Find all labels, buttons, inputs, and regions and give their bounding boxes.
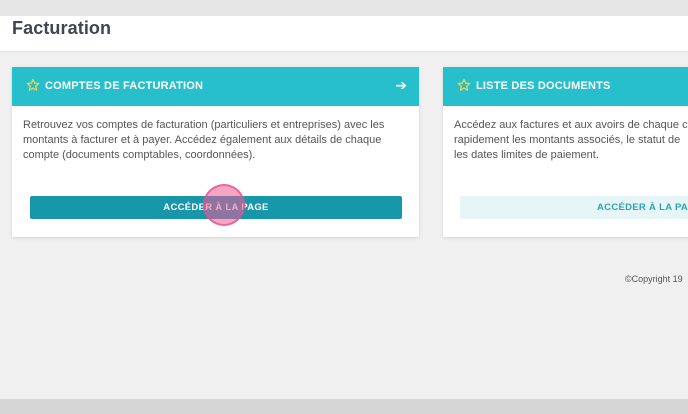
star-icon (457, 78, 471, 91)
card-header: COMPTES DE FACTURATION ➔ (12, 67, 419, 106)
card-description: Accédez aux factures et aux avoirs de ch… (454, 118, 688, 163)
card-header: LISTE DES DOCUMENTS (443, 67, 688, 106)
description-line: rapidement les montants associés, le sta… (454, 134, 681, 146)
page-header: Facturation (0, 16, 688, 52)
click-indicator (203, 184, 245, 226)
acceder-page-button[interactable]: ACCÉDER À LA PAG (460, 196, 688, 219)
description-line: Accédez aux factures et aux avoirs de ch… (454, 119, 688, 131)
card-title: COMPTES DE FACTURATION (45, 80, 204, 92)
page-title: Facturation (12, 18, 112, 38)
description-line: les dates limites de paiement. (454, 149, 599, 161)
top-strip (0, 0, 688, 16)
bottom-strip (0, 399, 688, 414)
arrow-right-icon[interactable]: ➔ (395, 77, 407, 94)
copyright-text: ©Copyright 19 (625, 274, 683, 284)
star-icon (26, 78, 40, 91)
card-description: Retrouvez vos comptes de facturation (pa… (23, 119, 385, 161)
card-title: LISTE DES DOCUMENTS (476, 80, 611, 92)
card-liste-documents: LISTE DES DOCUMENTS Accédez aux factures… (443, 67, 688, 237)
